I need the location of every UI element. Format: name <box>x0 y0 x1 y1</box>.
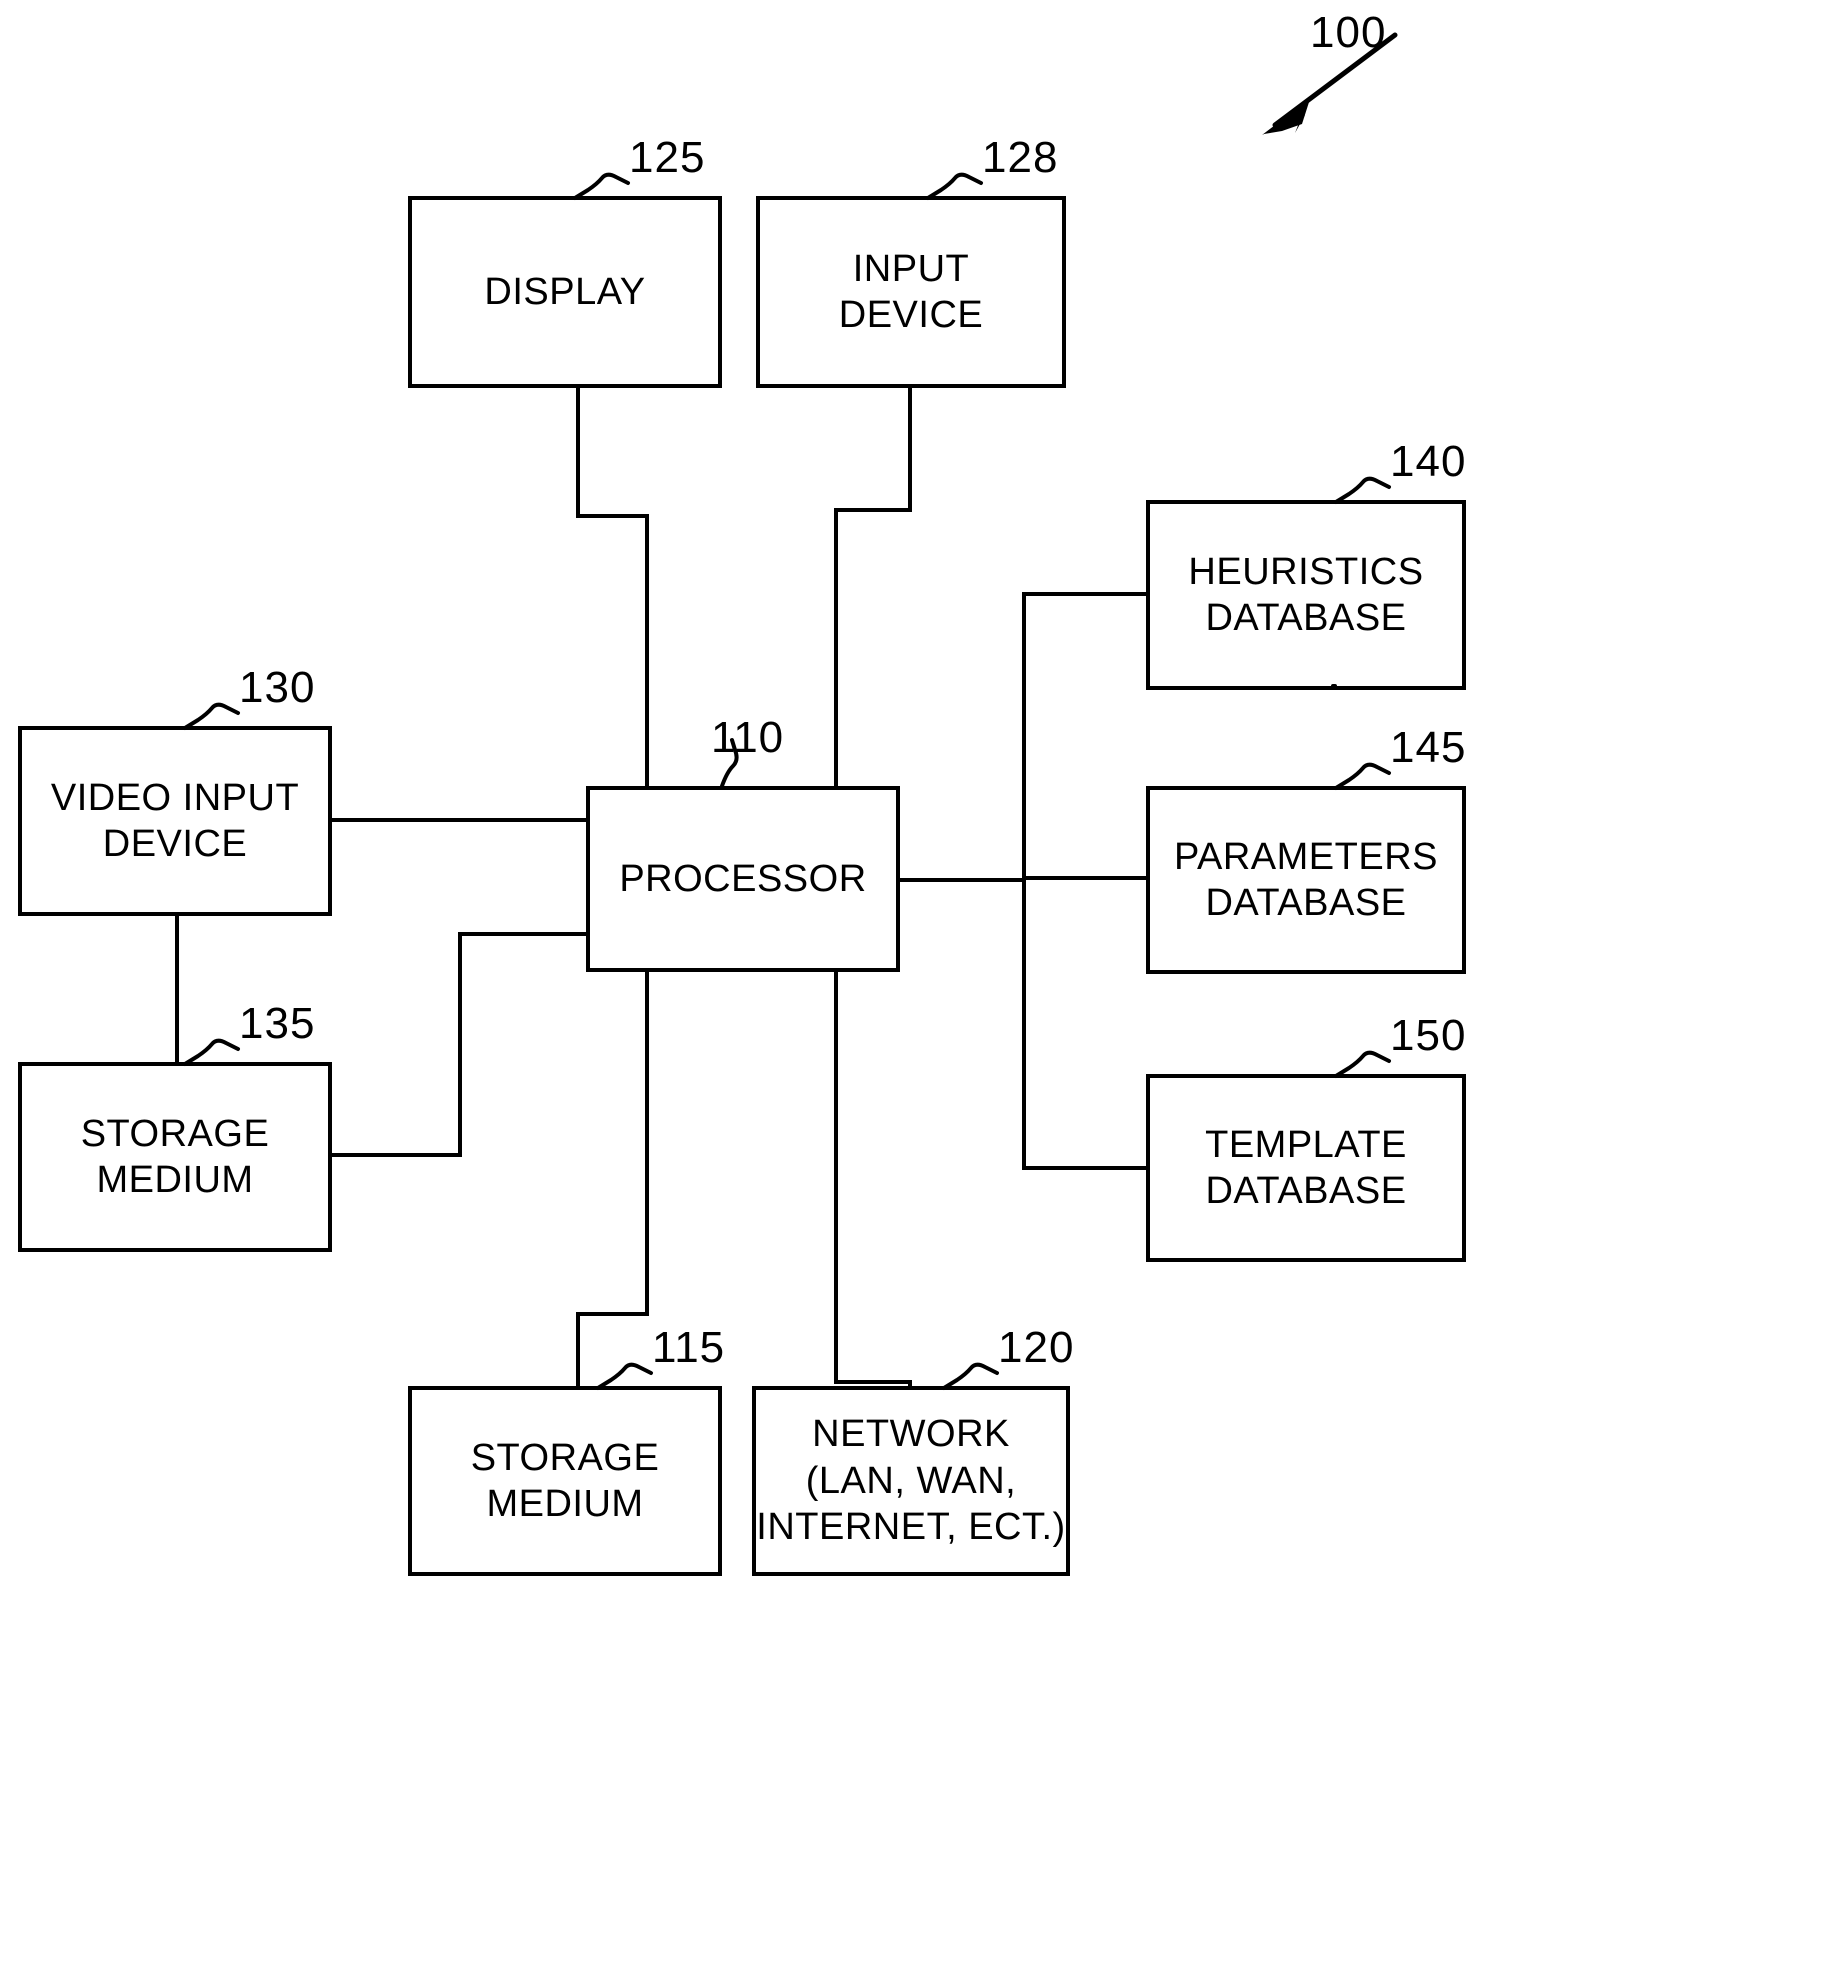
refnum-heuristics-db: 140 <box>1390 437 1467 486</box>
block-processor-label: PROCESSOR <box>619 857 867 900</box>
wire-to-storage115 <box>576 1312 580 1389</box>
block-storage-medium-bottom-label: STORAGE MEDIUM <box>470 1436 660 1525</box>
block-parameters-database[interactable]: PARAMETERS DATABASE <box>1146 786 1466 974</box>
wire-input-to-processor <box>834 508 838 786</box>
block-template-database-label: TEMPLATE DATABASE <box>1205 1123 1407 1212</box>
refnum-display: 125 <box>629 133 706 182</box>
refnum-video-input: 130 <box>239 663 316 712</box>
refnum-processor: 110 <box>711 713 785 762</box>
refnum-parameters-db: 145 <box>1390 723 1467 772</box>
block-network[interactable]: NETWORK (LAN, WAN, INTERNET, ECT.) <box>752 1386 1070 1576</box>
wire-processor-jog-network <box>834 1380 912 1384</box>
wire-storage135-right <box>330 1153 462 1157</box>
wire-processor-to-db-bus <box>900 878 1026 882</box>
refnum-template-db: 150 <box>1390 1011 1467 1060</box>
wire-processor-jog-storage115 <box>576 1312 649 1316</box>
block-storage-medium-left[interactable]: STORAGE MEDIUM <box>18 1062 332 1252</box>
wire-display-down <box>576 384 580 518</box>
wire-storage135-up <box>458 932 462 1157</box>
block-display-label: DISPLAY <box>484 270 646 313</box>
block-template-database[interactable]: TEMPLATE DATABASE <box>1146 1074 1466 1262</box>
refnum-storage-left: 135 <box>239 999 316 1048</box>
block-storage-medium-bottom[interactable]: STORAGE MEDIUM <box>408 1386 722 1576</box>
wire-storage135-to-processor <box>458 932 588 936</box>
wire-bus-to-parameters <box>1022 876 1150 880</box>
block-input-device[interactable]: INPUT DEVICE <box>756 196 1066 388</box>
wire-processor-down-right <box>834 968 838 1384</box>
wire-input-jog <box>834 508 912 512</box>
refnum-system: 100 <box>1310 8 1387 57</box>
wire-display-jog <box>576 514 649 518</box>
wire-video-to-processor <box>330 818 588 822</box>
block-heuristics-database-label: HEURISTICS DATABASE <box>1188 550 1424 639</box>
block-video-input-device-label: VIDEO INPUT DEVICE <box>50 776 300 865</box>
wire-video-to-storage135 <box>175 912 179 1064</box>
wire-processor-down-left <box>645 968 649 1316</box>
wire-db-bus-vertical <box>1022 592 1026 1170</box>
block-heuristics-database[interactable]: HEURISTICS DATABASE <box>1146 500 1466 690</box>
block-storage-medium-left-label: STORAGE MEDIUM <box>80 1112 270 1201</box>
block-input-device-label: INPUT DEVICE <box>838 247 984 336</box>
refnum-input-device: 128 <box>982 133 1059 182</box>
wire-display-to-processor <box>645 514 649 786</box>
system-arrow-head <box>1262 100 1308 135</box>
block-parameters-database-label: PARAMETERS DATABASE <box>1173 835 1438 924</box>
patent-figure-system-diagram: DISPLAY INPUT DEVICE PROCESSOR VIDEO INP… <box>0 0 1840 1961</box>
wire-bus-to-template <box>1022 1166 1150 1170</box>
block-processor[interactable]: PROCESSOR <box>586 786 900 972</box>
wire-bus-to-heuristics <box>1022 592 1150 596</box>
wire-input-down <box>908 384 912 512</box>
block-video-input-device[interactable]: VIDEO INPUT DEVICE <box>18 726 332 916</box>
refnum-network: 120 <box>998 1323 1075 1372</box>
block-network-label: NETWORK (LAN, WAN, INTERNET, ECT.) <box>756 1413 1066 1549</box>
refnum-storage-bottom: 115 <box>652 1323 726 1372</box>
block-display[interactable]: DISPLAY <box>408 196 722 388</box>
